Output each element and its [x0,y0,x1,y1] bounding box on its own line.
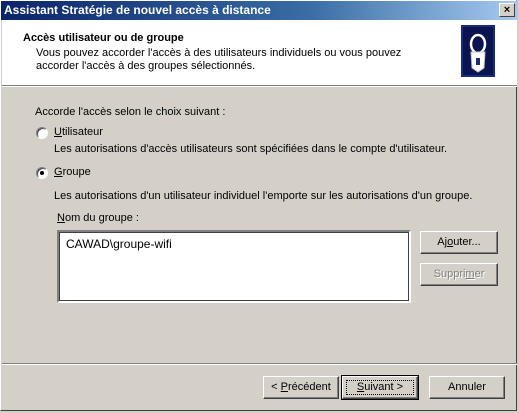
group-option-description: Les autorisations d'un utilisateur indiv… [54,190,473,202]
user-option-description: Les autorisations d'accès utilisateurs s… [54,143,448,155]
group-name-label: Nom du groupe : [57,212,139,224]
radio-user[interactable] [36,127,48,139]
page-title: Accès utilisateur ou de groupe [23,32,184,44]
radio-group[interactable] [36,167,48,179]
radio-group-label[interactable]: Groupe [54,166,91,178]
wizard-header: Accès utilisateur ou de groupe Vous pouv… [2,20,517,85]
group-list[interactable]: CAWAD\groupe-wifi [57,230,411,303]
cancel-button[interactable]: Annuler [429,376,505,399]
radio-user-label[interactable]: Utilisateur [54,126,103,138]
next-button[interactable]: Suivant > [341,375,419,400]
page-description: Vous pouvez accorder l'accès à des utili… [36,47,402,72]
add-button[interactable]: Ajouter... [420,231,498,254]
close-icon: × [503,4,511,16]
list-item[interactable]: CAWAD\groupe-wifi [66,237,172,251]
close-button[interactable]: × [499,3,515,17]
wizard-window: Assistant Stratégie de nouvel accès à di… [0,0,518,411]
key-lock-icon [461,25,495,77]
back-button[interactable]: < Précédent [263,376,339,399]
remove-button[interactable]: Supprimer [420,263,498,286]
window-title: Assistant Stratégie de nouvel accès à di… [4,3,271,17]
title-bar[interactable]: Assistant Stratégie de nouvel accès à di… [1,1,518,20]
access-prompt: Accorde l'accès selon le choix suivant : [35,106,226,118]
